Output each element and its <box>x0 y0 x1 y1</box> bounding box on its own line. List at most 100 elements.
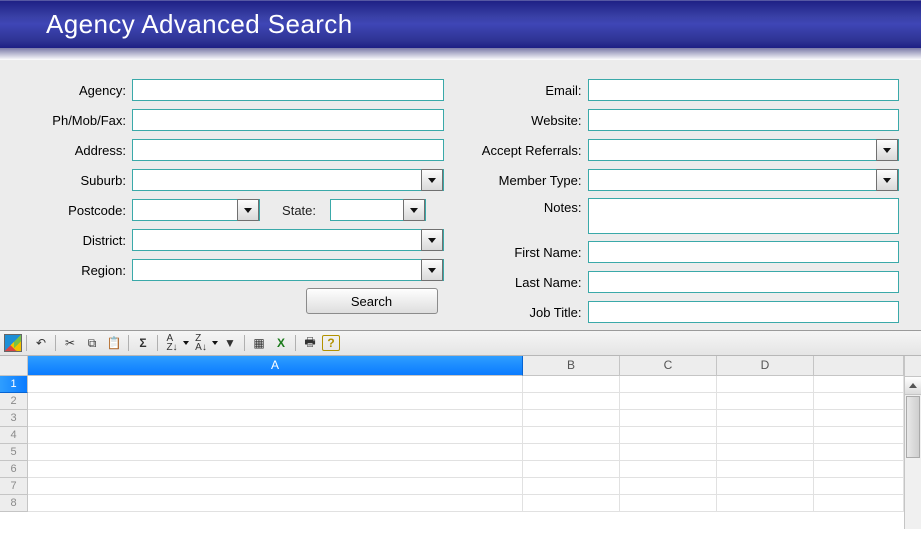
vertical-scrollbar[interactable] <box>904 356 921 529</box>
grid-col-header[interactable]: C <box>620 356 717 376</box>
accept-referrals-select[interactable] <box>588 139 900 161</box>
grid-cell[interactable] <box>28 393 523 410</box>
member-type-select[interactable] <box>588 169 900 191</box>
chevron-down-icon[interactable] <box>421 169 443 191</box>
suburb-select[interactable] <box>132 169 444 191</box>
grid-cell[interactable] <box>523 461 620 478</box>
grid-cell[interactable] <box>523 444 620 461</box>
sort-asc-icon: AZ↓ <box>162 333 182 353</box>
undo-icon[interactable]: ↶ <box>31 333 51 353</box>
grid-cell[interactable] <box>814 376 904 393</box>
grid-row-header[interactable]: 4 <box>0 427 28 444</box>
grid-row-header[interactable]: 3 <box>0 410 28 427</box>
grid-cell[interactable] <box>717 427 814 444</box>
chevron-down-icon[interactable] <box>237 199 259 221</box>
grid-cell[interactable] <box>717 376 814 393</box>
grid-row-header[interactable]: 6 <box>0 461 28 478</box>
paste-icon[interactable]: 📋 <box>104 333 124 353</box>
grid-cell[interactable] <box>28 444 523 461</box>
grid-cell[interactable] <box>523 478 620 495</box>
address-input[interactable] <box>132 139 444 161</box>
scroll-thumb[interactable] <box>906 396 920 458</box>
grid-row-header[interactable]: 5 <box>0 444 28 461</box>
grid-cell[interactable] <box>28 478 523 495</box>
grid-cell[interactable] <box>28 495 523 512</box>
chevron-down-icon[interactable] <box>876 169 898 191</box>
grid-cell[interactable] <box>620 461 717 478</box>
grid-col-header[interactable]: D <box>717 356 814 376</box>
job-title-input[interactable] <box>588 301 900 323</box>
grid-cell[interactable] <box>717 393 814 410</box>
grid-cell[interactable] <box>523 495 620 512</box>
grid-toolbar: ↶ ✂ ⧉ 📋 Σ AZ↓ ZA↓ ▼ ▦ X 🖶 ? <box>0 331 921 356</box>
grid-select-all[interactable] <box>0 356 28 376</box>
sort-asc-button[interactable]: AZ↓ <box>162 333 189 353</box>
phmobfax-input[interactable] <box>132 109 444 131</box>
columns-icon[interactable]: ▦ <box>249 333 269 353</box>
cut-icon[interactable]: ✂ <box>60 333 80 353</box>
chevron-down-icon[interactable] <box>421 259 443 281</box>
grid-cell[interactable] <box>814 478 904 495</box>
label-accept-referrals: Accept Referrals: <box>478 143 588 158</box>
chevron-down-icon[interactable] <box>403 199 425 221</box>
grid-cell[interactable] <box>717 444 814 461</box>
grid-cell[interactable] <box>717 410 814 427</box>
grid-cell[interactable] <box>28 461 523 478</box>
grid-cell[interactable] <box>717 461 814 478</box>
grid-cell[interactable] <box>814 495 904 512</box>
postcode-select[interactable] <box>132 199 260 221</box>
grid-cell[interactable] <box>28 376 523 393</box>
last-name-input[interactable] <box>588 271 900 293</box>
title-bar-shadow <box>0 48 921 60</box>
grid-cell[interactable] <box>28 410 523 427</box>
copy-icon[interactable]: ⧉ <box>82 333 102 353</box>
grid-row-header[interactable]: 8 <box>0 495 28 512</box>
grid-cell[interactable] <box>620 478 717 495</box>
grid-cell[interactable] <box>620 495 717 512</box>
grid-cell[interactable] <box>620 376 717 393</box>
district-select[interactable] <box>132 229 444 251</box>
grid-cell[interactable] <box>620 427 717 444</box>
agency-input[interactable] <box>132 79 444 101</box>
grid-cell[interactable] <box>523 376 620 393</box>
website-input[interactable] <box>588 109 900 131</box>
state-select[interactable] <box>330 199 426 221</box>
grid-cell[interactable] <box>814 444 904 461</box>
label-suburb: Suburb: <box>22 173 132 188</box>
grid-col-header[interactable] <box>814 356 904 376</box>
grid-cell[interactable] <box>814 410 904 427</box>
grid-cell[interactable] <box>620 444 717 461</box>
email-input[interactable] <box>588 79 900 101</box>
grid-col-header[interactable]: B <box>523 356 620 376</box>
filter-button[interactable]: ▼ <box>220 333 240 353</box>
grid-row-header[interactable]: 2 <box>0 393 28 410</box>
notes-input[interactable] <box>588 198 900 234</box>
grid-cell[interactable] <box>814 461 904 478</box>
region-select[interactable] <box>132 259 444 281</box>
grid-cell[interactable] <box>717 478 814 495</box>
chevron-down-icon[interactable] <box>876 139 898 161</box>
first-name-input[interactable] <box>588 241 900 263</box>
print-icon[interactable]: 🖶 <box>300 333 320 353</box>
grid-row-header[interactable]: 7 <box>0 478 28 495</box>
autosum-icon[interactable]: Σ <box>133 333 153 353</box>
sort-desc-button[interactable]: ZA↓ <box>191 333 218 353</box>
form-right-column: Email: Website: Accept Referrals: <box>478 78 900 330</box>
grid-cell[interactable] <box>620 410 717 427</box>
scroll-up-icon[interactable] <box>905 377 921 395</box>
grid-cell[interactable] <box>523 410 620 427</box>
search-button[interactable]: Search <box>306 288 438 314</box>
grid-cell[interactable] <box>814 393 904 410</box>
grid-cell[interactable] <box>717 495 814 512</box>
export-excel-icon[interactable]: X <box>271 333 291 353</box>
grid-cell[interactable] <box>814 427 904 444</box>
app-logo-icon[interactable] <box>4 334 22 352</box>
grid-row-header[interactable]: 1 <box>0 376 28 393</box>
grid-cell[interactable] <box>620 393 717 410</box>
chevron-down-icon[interactable] <box>421 229 443 251</box>
grid-cell[interactable] <box>28 427 523 444</box>
grid-cell[interactable] <box>523 393 620 410</box>
grid-cell[interactable] <box>523 427 620 444</box>
grid-col-header[interactable]: A <box>28 356 523 376</box>
help-icon[interactable]: ? <box>322 335 340 351</box>
